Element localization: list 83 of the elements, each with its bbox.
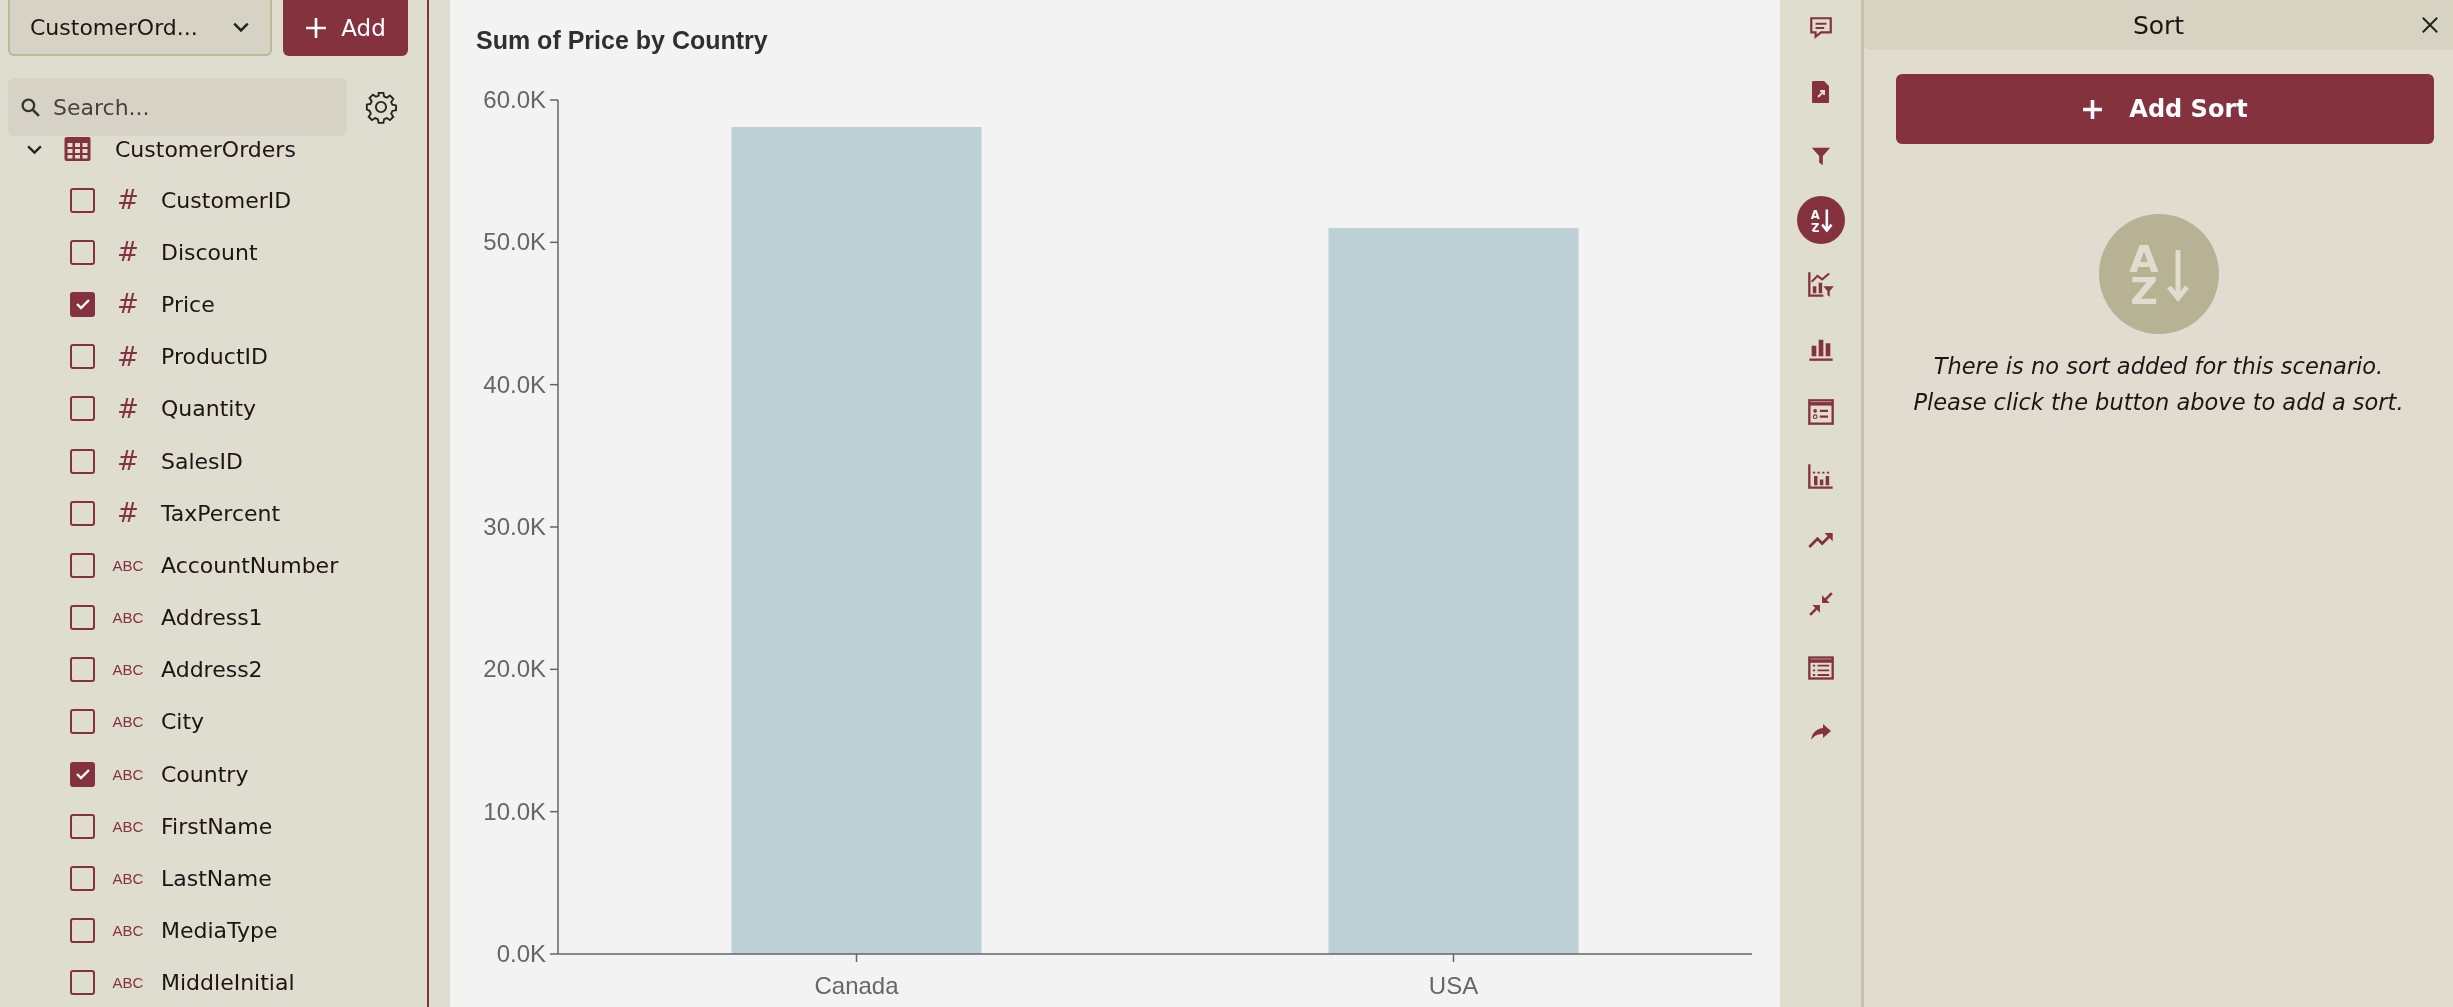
settings-icon[interactable] xyxy=(364,90,398,124)
checkbox[interactable] xyxy=(70,344,95,370)
field-type-label: ABC xyxy=(111,556,145,574)
field-type-label: # xyxy=(116,289,140,320)
checkbox[interactable] xyxy=(70,605,95,631)
field-label[interactable]: LastName xyxy=(161,866,272,892)
add-button[interactable]: Add xyxy=(283,0,408,56)
checkbox[interactable] xyxy=(70,448,95,474)
search-input[interactable]: Search... xyxy=(51,93,335,121)
checkbox[interactable] xyxy=(70,918,95,944)
field-label[interactable]: AccountNumber xyxy=(161,552,339,578)
y-tick-label: 50.0K xyxy=(483,228,546,256)
speech-bubble-icon xyxy=(1807,15,1834,41)
field-label[interactable]: TaxPercent xyxy=(161,500,281,526)
panel-title: Sort xyxy=(2132,10,2185,40)
sort-icon: A Z xyxy=(2098,214,2219,334)
search-icon xyxy=(20,96,41,118)
field-label[interactable]: MiddleInitial xyxy=(161,970,295,996)
sort-tool-button[interactable]: A Z xyxy=(1790,188,1851,252)
field-label[interactable]: FirstName xyxy=(161,813,273,839)
y-tick-label: 20.0K xyxy=(483,655,546,683)
field-label[interactable]: SalesID xyxy=(161,448,243,474)
dataset-dropdown[interactable]: CustomerOrd... xyxy=(8,0,272,56)
close-icon[interactable] xyxy=(2421,16,2439,34)
field-label[interactable]: MediaType xyxy=(161,918,278,944)
checkbox[interactable] xyxy=(70,552,95,578)
field-type-label: ABC xyxy=(111,817,145,835)
field-label[interactable]: Country xyxy=(161,761,249,787)
field-label[interactable]: CustomerID xyxy=(161,187,292,213)
y-tick-label: 60.0K xyxy=(483,86,546,113)
x-tick-label: USA xyxy=(1428,972,1479,999)
field-label[interactable]: Discount xyxy=(161,239,258,265)
plus-icon xyxy=(2082,98,2104,120)
table-list-icon xyxy=(1806,654,1835,682)
field-type-label: ABC xyxy=(111,609,145,627)
checkbox[interactable] xyxy=(70,187,95,213)
filter-icon xyxy=(1809,145,1832,167)
checkbox[interactable] xyxy=(70,239,95,265)
field-type-label: # xyxy=(116,393,140,424)
field-label[interactable]: Address1 xyxy=(161,605,263,631)
field-type-label: ABC xyxy=(111,661,145,679)
list-card-icon xyxy=(1806,398,1835,426)
field-type-label: # xyxy=(116,498,140,529)
empty-message: There is no sort added for this scenario. Please click the button above to add a sort. xyxy=(1913,352,2404,417)
checkbox[interactable] xyxy=(70,657,95,683)
field-type-label: # xyxy=(116,185,140,216)
checkbox[interactable] xyxy=(70,500,95,526)
field-label[interactable]: Quantity xyxy=(161,396,257,422)
chevron-down-icon[interactable] xyxy=(26,143,43,155)
search-field[interactable]: Search... xyxy=(8,78,347,136)
checkbox[interactable] xyxy=(70,291,95,317)
collapse-arrows-icon xyxy=(1807,591,1834,617)
checkbox[interactable] xyxy=(70,813,95,839)
histogram-icon xyxy=(1806,462,1835,490)
field-label[interactable]: City xyxy=(161,709,205,735)
chart-title: Sum of Price by Country xyxy=(475,25,769,56)
chevron-down-icon xyxy=(232,21,250,33)
y-tick-label: 30.0K xyxy=(483,513,546,540)
field-type-label: ABC xyxy=(111,922,145,940)
y-tick-label: 10.0K xyxy=(483,797,546,825)
x-tick-label: Canada xyxy=(814,972,899,999)
y-tick-label: 40.0K xyxy=(483,370,546,398)
field-type-label: ABC xyxy=(111,870,145,888)
table-icon xyxy=(64,137,91,161)
checkbox[interactable] xyxy=(70,761,95,787)
checkbox[interactable] xyxy=(70,866,95,892)
chart-filter-icon xyxy=(1806,270,1835,298)
field-type-label: ABC xyxy=(111,713,145,731)
add-sort-button[interactable]: Add Sort xyxy=(1896,74,2434,144)
checkbox[interactable] xyxy=(70,970,95,996)
field-label[interactable]: Price xyxy=(161,291,215,317)
field-type-label: # xyxy=(116,446,140,477)
field-type-label: ABC xyxy=(111,765,145,783)
checkbox[interactable] xyxy=(70,709,95,735)
checkbox[interactable] xyxy=(70,396,95,422)
field-label[interactable]: ProductID xyxy=(161,344,268,370)
plus-icon xyxy=(305,17,328,39)
y-tick-label: 0.0K xyxy=(496,940,546,967)
field-type-label: ABC xyxy=(111,974,145,992)
field-type-label: # xyxy=(116,237,140,268)
field-type-label: # xyxy=(116,341,140,372)
field-label[interactable]: Address2 xyxy=(161,657,263,683)
sort-icon: A Z xyxy=(1796,196,1845,244)
